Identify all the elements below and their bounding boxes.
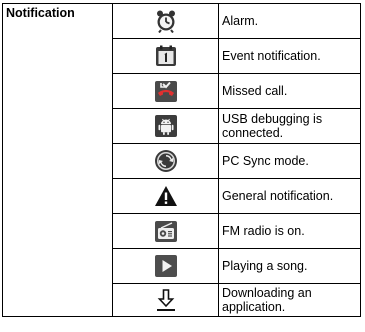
android-usb-debugging-icon <box>154 114 178 138</box>
icon-cell <box>112 283 219 317</box>
notification-icons-table: Notification Alarm. Event notification. … <box>2 3 361 317</box>
description-cell: FM radio is on. <box>218 213 361 249</box>
fm-radio-icon <box>154 219 178 243</box>
icon-cell <box>112 108 219 144</box>
icon-cell <box>112 73 219 109</box>
alarm-clock-icon <box>154 9 178 33</box>
description-cell: Alarm. <box>218 3 361 39</box>
warning-triangle-icon <box>154 184 178 208</box>
description-cell: Playing a song. <box>218 248 361 284</box>
icon-cell <box>112 3 219 39</box>
icon-cell <box>112 213 219 249</box>
description-cell: General notification. <box>218 178 361 214</box>
download-icon <box>154 288 178 312</box>
description-cell: Downloading an application. <box>218 283 361 317</box>
icon-cell <box>112 38 219 74</box>
icon-cell <box>112 248 219 284</box>
missed-call-icon <box>154 79 178 103</box>
pc-sync-icon <box>154 149 178 173</box>
description-cell: USB debugging is connected. <box>218 108 361 144</box>
icon-cell <box>112 178 219 214</box>
category-label: Notification <box>2 3 113 317</box>
play-icon <box>154 254 178 278</box>
calendar-event-icon <box>154 44 178 68</box>
icon-cell <box>112 143 219 179</box>
description-cell: PC Sync mode. <box>218 143 361 179</box>
description-cell: Missed call. <box>218 73 361 109</box>
description-cell: Event notification. <box>218 38 361 74</box>
